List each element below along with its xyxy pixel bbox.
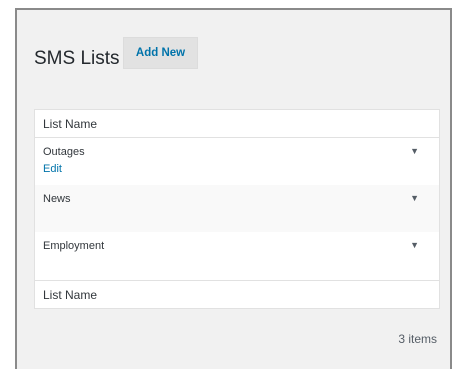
table-row-employment[interactable]: Employment ▼: [35, 232, 439, 279]
column-header-list-name[interactable]: List Name: [35, 110, 439, 138]
toggle-row-icon[interactable]: ▼: [410, 193, 419, 203]
sms-lists-panel: SMS Lists Add New List Name Outages Edit…: [15, 8, 452, 369]
row-name[interactable]: Employment: [43, 240, 104, 252]
row-name[interactable]: Outages: [43, 146, 85, 158]
column-footer-list-name[interactable]: List Name: [35, 280, 439, 308]
toggle-row-icon[interactable]: ▼: [410, 146, 419, 156]
row-edit-link[interactable]: Edit: [43, 163, 62, 175]
toggle-row-icon[interactable]: ▼: [410, 240, 419, 250]
sms-list-table: List Name Outages Edit ▼ News ▼ Employme…: [34, 109, 440, 309]
row-name[interactable]: News: [43, 193, 71, 205]
table-row-outages[interactable]: Outages Edit ▼: [35, 138, 439, 185]
items-count: 3 items: [398, 332, 437, 346]
add-new-button[interactable]: Add New: [123, 37, 198, 69]
page-title: SMS Lists: [34, 48, 120, 69]
table-row-news[interactable]: News ▼: [35, 185, 439, 232]
